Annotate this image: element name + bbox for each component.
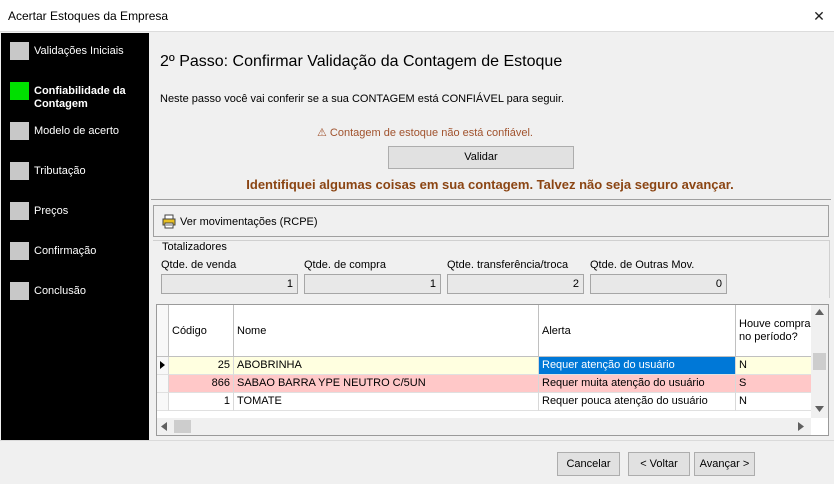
cell-codigo[interactable]: 866	[169, 375, 234, 393]
cell-alerta[interactable]: Requer muita atenção do usuário	[539, 375, 736, 393]
rcpe-button[interactable]: Ver movimentações (RCPE)	[180, 216, 318, 228]
row-header	[157, 393, 169, 411]
cell-codigo[interactable]: 1	[169, 393, 234, 411]
column-header-codigo[interactable]: Código	[169, 305, 234, 357]
total-transferencia-label: Qtde. transferência/troca	[447, 259, 569, 271]
step-indicator-active	[10, 82, 29, 100]
cancel-button[interactable]: Cancelar	[557, 452, 620, 476]
products-grid[interactable]: Código Nome Alerta Houve compra no perío…	[156, 304, 829, 436]
vertical-scroll-thumb[interactable]	[813, 353, 826, 370]
total-transferencia-field: 2	[447, 274, 584, 294]
step-label: Validações Iniciais	[34, 45, 124, 57]
step-indicator	[10, 242, 29, 260]
total-compra-label: Qtde. de compra	[304, 259, 386, 271]
cell-alerta-selected[interactable]: Requer atenção do usuário	[539, 357, 736, 375]
close-icon[interactable]: ✕	[812, 9, 826, 23]
row-pointer-icon	[157, 357, 169, 375]
total-outras-label: Qtde. de Outras Mov.	[590, 259, 695, 271]
cell-nome[interactable]: TOMATE	[234, 393, 539, 411]
table-row[interactable]: 25 ABOBRINHA Requer atenção do usuário N	[157, 357, 812, 375]
alert-message: Identifiquei algumas coisas em sua conta…	[246, 177, 734, 192]
step-indicator	[10, 42, 29, 60]
column-label: Houve compra no período?	[739, 318, 811, 343]
main-panel: 2º Passo: Confirmar Validação da Contage…	[151, 33, 834, 440]
step-label: Tributação	[34, 165, 86, 177]
scroll-right-icon[interactable]	[798, 422, 804, 431]
scroll-up-icon[interactable]	[815, 309, 824, 315]
table-row[interactable]: 1 TOMATE Requer pouca atenção do usuário…	[157, 393, 812, 411]
title-bar: Acertar Estoques da Empresa ✕	[0, 0, 834, 32]
cell-compra[interactable]: N	[736, 357, 812, 375]
back-button[interactable]: < Voltar	[628, 452, 690, 476]
cell-nome[interactable]: SABAO BARRA YPE NEUTRO C/5UN	[234, 375, 539, 393]
page-title: 2º Passo: Confirmar Validação da Contage…	[160, 53, 563, 70]
divider	[151, 199, 831, 200]
total-outras-field: 0	[590, 274, 727, 294]
printer-icon[interactable]	[162, 214, 176, 229]
cell-codigo[interactable]: 25	[169, 357, 234, 375]
step-label: Confiabilidade da Contagem	[34, 85, 126, 110]
total-venda-field: 1	[161, 274, 298, 294]
totals-title: Totalizadores	[162, 241, 227, 253]
total-venda-label: Qtde. de venda	[161, 259, 237, 271]
step-label: Modelo de acerto	[34, 125, 119, 137]
rcpe-panel: Ver movimentações (RCPE)	[153, 205, 829, 237]
step-description: Neste passo você vai conferir se a sua C…	[160, 93, 565, 105]
next-button[interactable]: Avançar >	[694, 452, 755, 476]
column-label: Código	[172, 325, 207, 337]
row-header-corner	[157, 305, 169, 357]
step-indicator	[10, 282, 29, 300]
step-indicator	[10, 122, 29, 140]
column-header-nome[interactable]: Nome	[234, 305, 539, 357]
step-label: Confirmação	[34, 245, 97, 257]
cell-compra[interactable]: S	[736, 375, 812, 393]
validate-button[interactable]: Validar	[388, 146, 574, 169]
column-label: Nome	[237, 325, 267, 337]
column-label: Alerta	[542, 325, 571, 337]
wizard-steps-sidebar: Validações Iniciais Confiabilidade da Co…	[1, 33, 149, 440]
step-label: Preços	[34, 205, 69, 217]
step-indicator	[10, 162, 29, 180]
cell-nome[interactable]: ABOBRINHA	[234, 357, 539, 375]
cell-alerta[interactable]: Requer pouca atenção do usuário	[539, 393, 736, 411]
scroll-down-icon[interactable]	[815, 406, 824, 412]
horizontal-scrollbar[interactable]	[157, 418, 811, 435]
row-header	[157, 375, 169, 393]
total-compra-field: 1	[304, 274, 441, 294]
table-row[interactable]: 866 SABAO BARRA YPE NEUTRO C/5UN Requer …	[157, 375, 812, 393]
horizontal-scroll-thumb[interactable]	[174, 420, 191, 433]
vertical-scrollbar[interactable]	[811, 305, 828, 418]
cell-compra[interactable]: N	[736, 393, 812, 411]
warning-message: ⚠ Contagem de estoque não está confiável…	[317, 127, 533, 139]
column-header-alerta[interactable]: Alerta	[539, 305, 736, 357]
window-title: Acertar Estoques da Empresa	[8, 9, 169, 23]
footer-divider	[0, 440, 834, 441]
column-header-compra[interactable]: Houve compra no período?	[736, 305, 812, 357]
step-label: Conclusão	[34, 285, 86, 297]
step-indicator	[10, 202, 29, 220]
scroll-left-icon[interactable]	[161, 422, 167, 431]
